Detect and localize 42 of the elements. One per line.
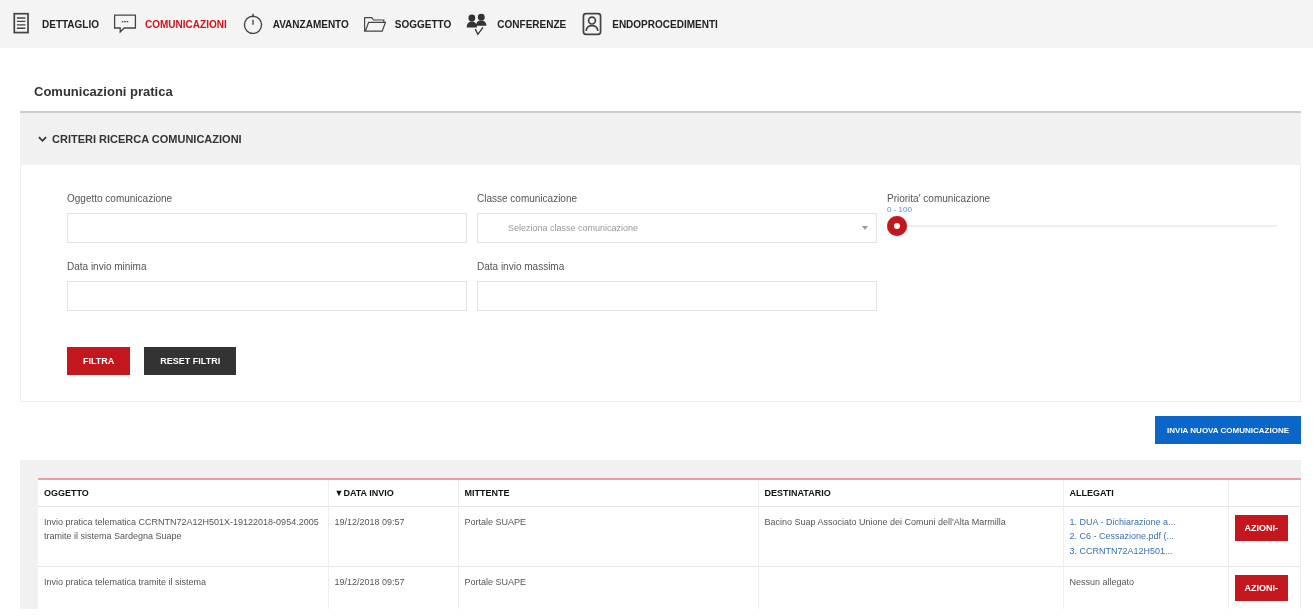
reset-button[interactable]: RESET FILTRI xyxy=(144,347,237,375)
nav-tab[interactable]: AVANZAMENTO xyxy=(240,12,349,36)
column-header[interactable]: MITTENTE xyxy=(458,479,758,507)
field-label: Data invio minima xyxy=(67,261,147,272)
field-label: Data invio massima xyxy=(477,261,565,272)
column-header[interactable]: DESTINATARIO xyxy=(758,479,1063,507)
new-message-button[interactable]: INVIA NUOVA COMUNICAZIONE xyxy=(1155,416,1301,444)
field-label: Oggetto comunicazione xyxy=(67,193,173,204)
table-cell: Invio pratica telematica CCRNTN72A12H501X-19122018-0954.2005 tramite il sistema Sardegna Suape xyxy=(44,517,319,542)
field-label: Priorita' comunicazione xyxy=(887,193,991,204)
section-title: Comunicazioni pratica xyxy=(33,83,174,101)
attachment-link[interactable]: 3. CCRNTN72A12H501... xyxy=(1069,543,1173,559)
table-cell: Nessun allegato xyxy=(1069,577,1135,588)
caret-icon xyxy=(862,226,868,230)
filter-button[interactable]: FILTRA xyxy=(67,347,131,375)
slider-thumb[interactable] xyxy=(887,216,907,236)
nav-tab[interactable]: ENDOPROCEDIMENTI xyxy=(580,12,718,36)
table-cell: Invio pratica telematica tramite il sistema xyxy=(44,577,207,588)
nav-tab[interactable]: DETTAGLIO xyxy=(10,12,100,36)
table-cell: Portale SUAPE xyxy=(464,517,527,527)
nav-tab[interactable]: COMUNICAZIONI xyxy=(113,12,227,36)
column-header[interactable]: ALLEGATI xyxy=(1063,479,1228,507)
attachment-link[interactable]: 1. DUA - Dichiarazione a... xyxy=(1069,515,1176,530)
input-field[interactable] xyxy=(67,281,467,311)
chevron-icon xyxy=(38,135,47,143)
nav-tab[interactable]: CONFERENZE xyxy=(465,12,567,36)
nav-tab[interactable]: SOGGETTO xyxy=(362,12,452,36)
actions-button[interactable]: AZIONI- xyxy=(1234,515,1288,541)
actions-button[interactable]: AZIONI- xyxy=(1234,575,1288,602)
chat-icon xyxy=(113,12,138,36)
attachment-link[interactable]: 2. C6 - Cessazione.pdf (... xyxy=(1069,529,1175,544)
column-header[interactable]: OGGETTO xyxy=(38,479,328,507)
criteria-toggle[interactable]: CRITERI RICERCA COMUNICAZIONI xyxy=(20,113,1301,165)
table-cell: 19/12/2018 09:57 xyxy=(334,577,405,588)
table-cell: Portale SUAPE xyxy=(464,577,527,588)
field-label: Classe comunicazione xyxy=(477,193,578,204)
slider-reading: 0 - 100 xyxy=(887,205,912,214)
table-cell: Bacino Suap Associato Unione dei Comuni dell'Alta Marmilla xyxy=(764,517,1006,527)
column-header[interactable]: ▼DATA INVIO xyxy=(328,479,458,507)
input-field[interactable] xyxy=(67,213,467,243)
table-cell: 19/12/2018 09:57 xyxy=(334,517,405,527)
input-field[interactable] xyxy=(477,281,877,311)
